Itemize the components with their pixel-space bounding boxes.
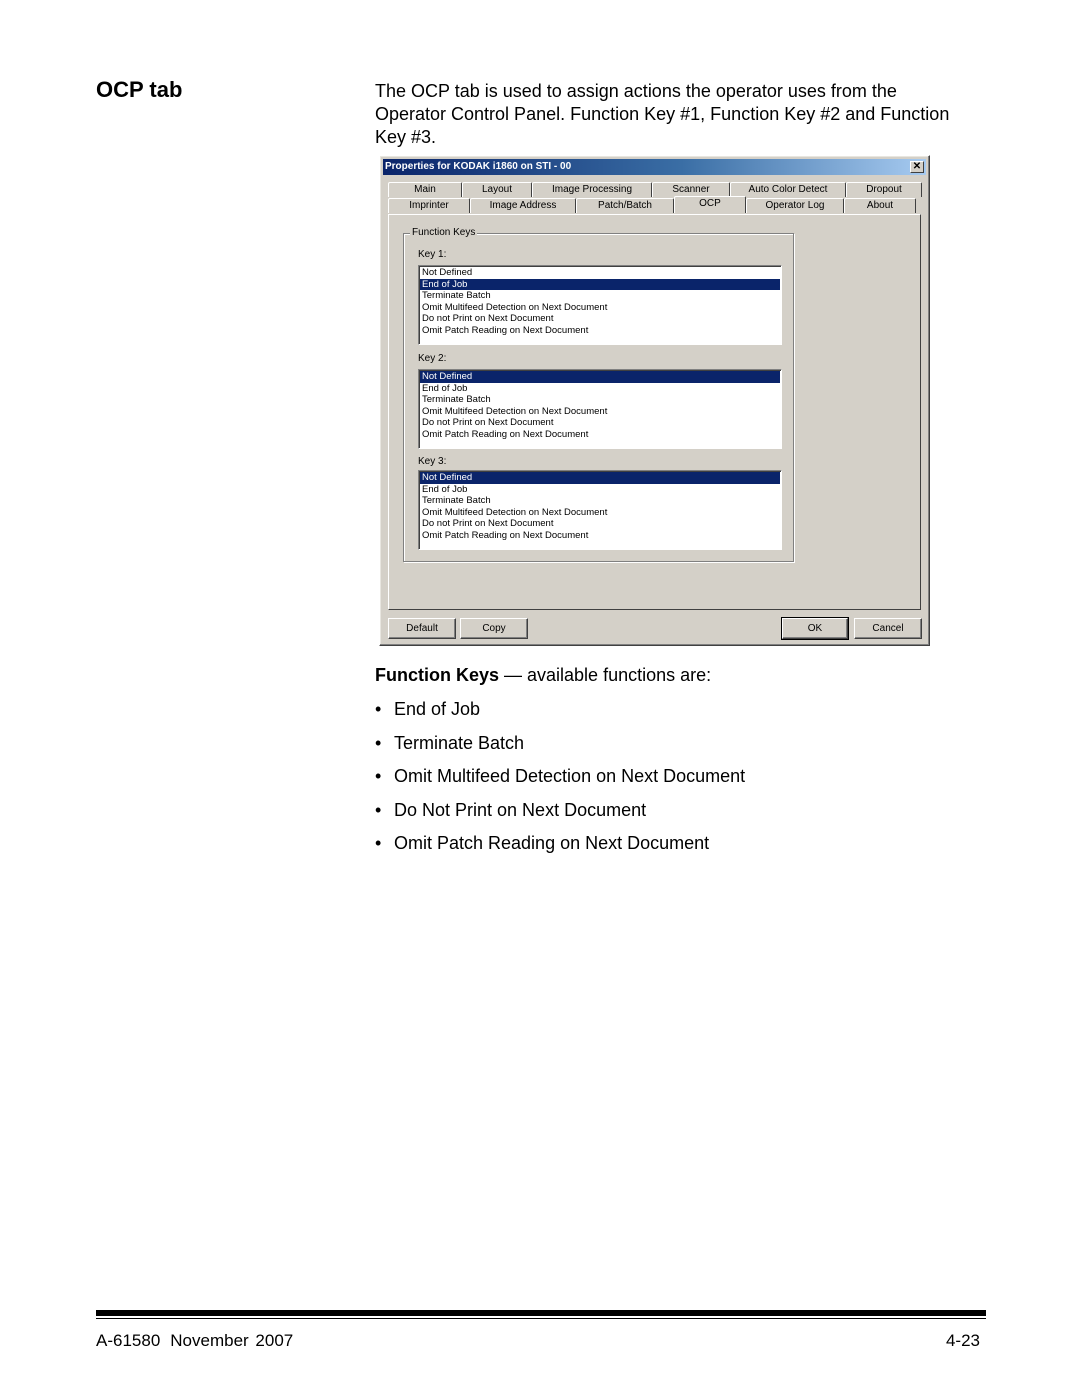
- footer-rule-thin: [96, 1318, 986, 1319]
- function-keys-heading-rest: — available functions are:: [499, 665, 712, 685]
- list-item[interactable]: Terminate Batch: [420, 495, 780, 507]
- function-keys-heading-bold: Function Keys: [375, 665, 500, 685]
- key-2-listbox[interactable]: Not Defined End of Job Terminate Batch O…: [418, 369, 782, 449]
- tab-image-processing[interactable]: Image Processing: [532, 182, 652, 197]
- list-item[interactable]: Terminate Batch: [420, 290, 780, 302]
- key-3-label: Key 3:: [418, 456, 447, 467]
- bullet-icon: •: [375, 799, 382, 820]
- list-item[interactable]: Not Defined: [420, 267, 780, 279]
- list-item[interactable]: End of Job: [420, 383, 780, 395]
- list-item: • Omit Multifeed Detection on Next Docume…: [375, 765, 745, 799]
- tab-dropout[interactable]: Dropout: [846, 182, 922, 197]
- function-item-text: Do Not Print on Next Document: [394, 799, 647, 820]
- tab-about[interactable]: About: [844, 198, 916, 213]
- function-item-text: Omit Multifeed Detection on Next Documen…: [394, 766, 746, 787]
- footer-doc-info: A-61580 November 2007: [96, 1331, 293, 1351]
- tab-auto-color-detect[interactable]: Auto Color Detect: [730, 182, 846, 197]
- section-title: OCP tab: [96, 77, 183, 102]
- tab-row-1: Main Layout Image Processing Scanner Aut…: [388, 182, 922, 198]
- function-item-text: Omit Patch Reading on Next Document: [394, 833, 710, 854]
- default-button[interactable]: Default: [388, 618, 456, 639]
- doc-number: A-61580: [96, 1331, 161, 1350]
- function-keys-heading: Function Keys — available functions are:: [375, 665, 711, 686]
- properties-dialog: Properties for KODAK i1860 on STI - 00 ✕…: [379, 155, 930, 646]
- list-item[interactable]: End of Job: [420, 484, 780, 496]
- bullet-icon: •: [375, 699, 382, 719]
- list-item[interactable]: Omit Patch Reading on Next Document: [420, 530, 780, 542]
- list-item: • Terminate Batch: [375, 732, 745, 766]
- tab-layout[interactable]: Layout: [462, 182, 532, 197]
- list-item[interactable]: Do not Print on Next Document: [420, 313, 780, 325]
- bullet-icon: •: [375, 833, 382, 854]
- dialog-titlebar[interactable]: Properties for KODAK i1860 on STI - 00 ✕: [383, 159, 926, 175]
- list-item: • End of Job: [375, 698, 745, 732]
- footer-rule-thick: [96, 1310, 986, 1316]
- bullet-icon: •: [375, 766, 382, 787]
- function-keys-group: Function Keys Key 1: Not Defined End of …: [403, 227, 794, 562]
- key-3-listbox[interactable]: Not Defined End of Job Terminate Batch O…: [418, 470, 782, 550]
- copy-button[interactable]: Copy: [460, 618, 528, 639]
- list-item: • Omit Patch Reading on Next Document: [375, 832, 745, 866]
- function-keys-group-label: Function Keys: [410, 227, 478, 239]
- tab-scanner[interactable]: Scanner: [652, 182, 730, 197]
- tab-patch-batch[interactable]: Patch/Batch: [576, 198, 674, 213]
- page-number: 4-23: [945, 1331, 980, 1350]
- tab-row-2: Imprinter Image Address Patch/Batch OCP …: [388, 196, 916, 214]
- list-item[interactable]: Omit Multifeed Detection on Next Documen…: [420, 302, 780, 314]
- list-item: • Do Not Print on Next Document: [375, 799, 745, 833]
- close-icon[interactable]: ✕: [910, 161, 924, 173]
- key-1-label: Key 1:: [418, 249, 447, 260]
- tab-imprinter[interactable]: Imprinter: [388, 198, 470, 213]
- cancel-button[interactable]: Cancel: [854, 618, 922, 639]
- list-item[interactable]: Omit Multifeed Detection on Next Documen…: [420, 507, 780, 519]
- tab-image-address[interactable]: Image Address: [470, 198, 576, 213]
- key-1-listbox[interactable]: Not Defined End of Job Terminate Batch O…: [418, 265, 782, 345]
- list-item[interactable]: Omit Patch Reading on Next Document: [420, 429, 780, 441]
- ok-button[interactable]: OK: [781, 617, 849, 640]
- tab-main[interactable]: Main: [388, 182, 462, 197]
- doc-date: November 2007: [170, 1331, 294, 1350]
- dialog-title: Properties for KODAK i1860 on STI - 00: [385, 161, 572, 172]
- bullet-icon: •: [375, 732, 382, 753]
- list-item[interactable]: Omit Multifeed Detection on Next Documen…: [420, 406, 780, 418]
- tab-operator-log[interactable]: Operator Log: [746, 198, 844, 213]
- list-item[interactable]: Omit Patch Reading on Next Document: [420, 325, 780, 337]
- list-item-selected[interactable]: End of Job: [420, 278, 780, 290]
- list-item[interactable]: Terminate Batch: [420, 394, 780, 406]
- intro-paragraph: The OCP tab is used to assign actions th…: [375, 81, 950, 147]
- function-list: • End of Job • Terminate Batch • Omit Multi…: [375, 698, 745, 866]
- list-item[interactable]: Do not Print on Next Document: [420, 518, 780, 530]
- list-item[interactable]: Do not Print on Next Document: [420, 417, 780, 429]
- list-item-selected[interactable]: Not Defined: [420, 371, 780, 383]
- list-item-selected[interactable]: Not Defined: [420, 472, 780, 484]
- key-2-label: Key 2:: [418, 353, 447, 364]
- tab-ocp[interactable]: OCP: [674, 196, 746, 213]
- ocp-tab-panel: Function Keys Key 1: Not Defined End of …: [388, 214, 921, 610]
- function-item-text: Terminate Batch: [394, 732, 525, 753]
- function-item-text: End of Job: [394, 699, 481, 719]
